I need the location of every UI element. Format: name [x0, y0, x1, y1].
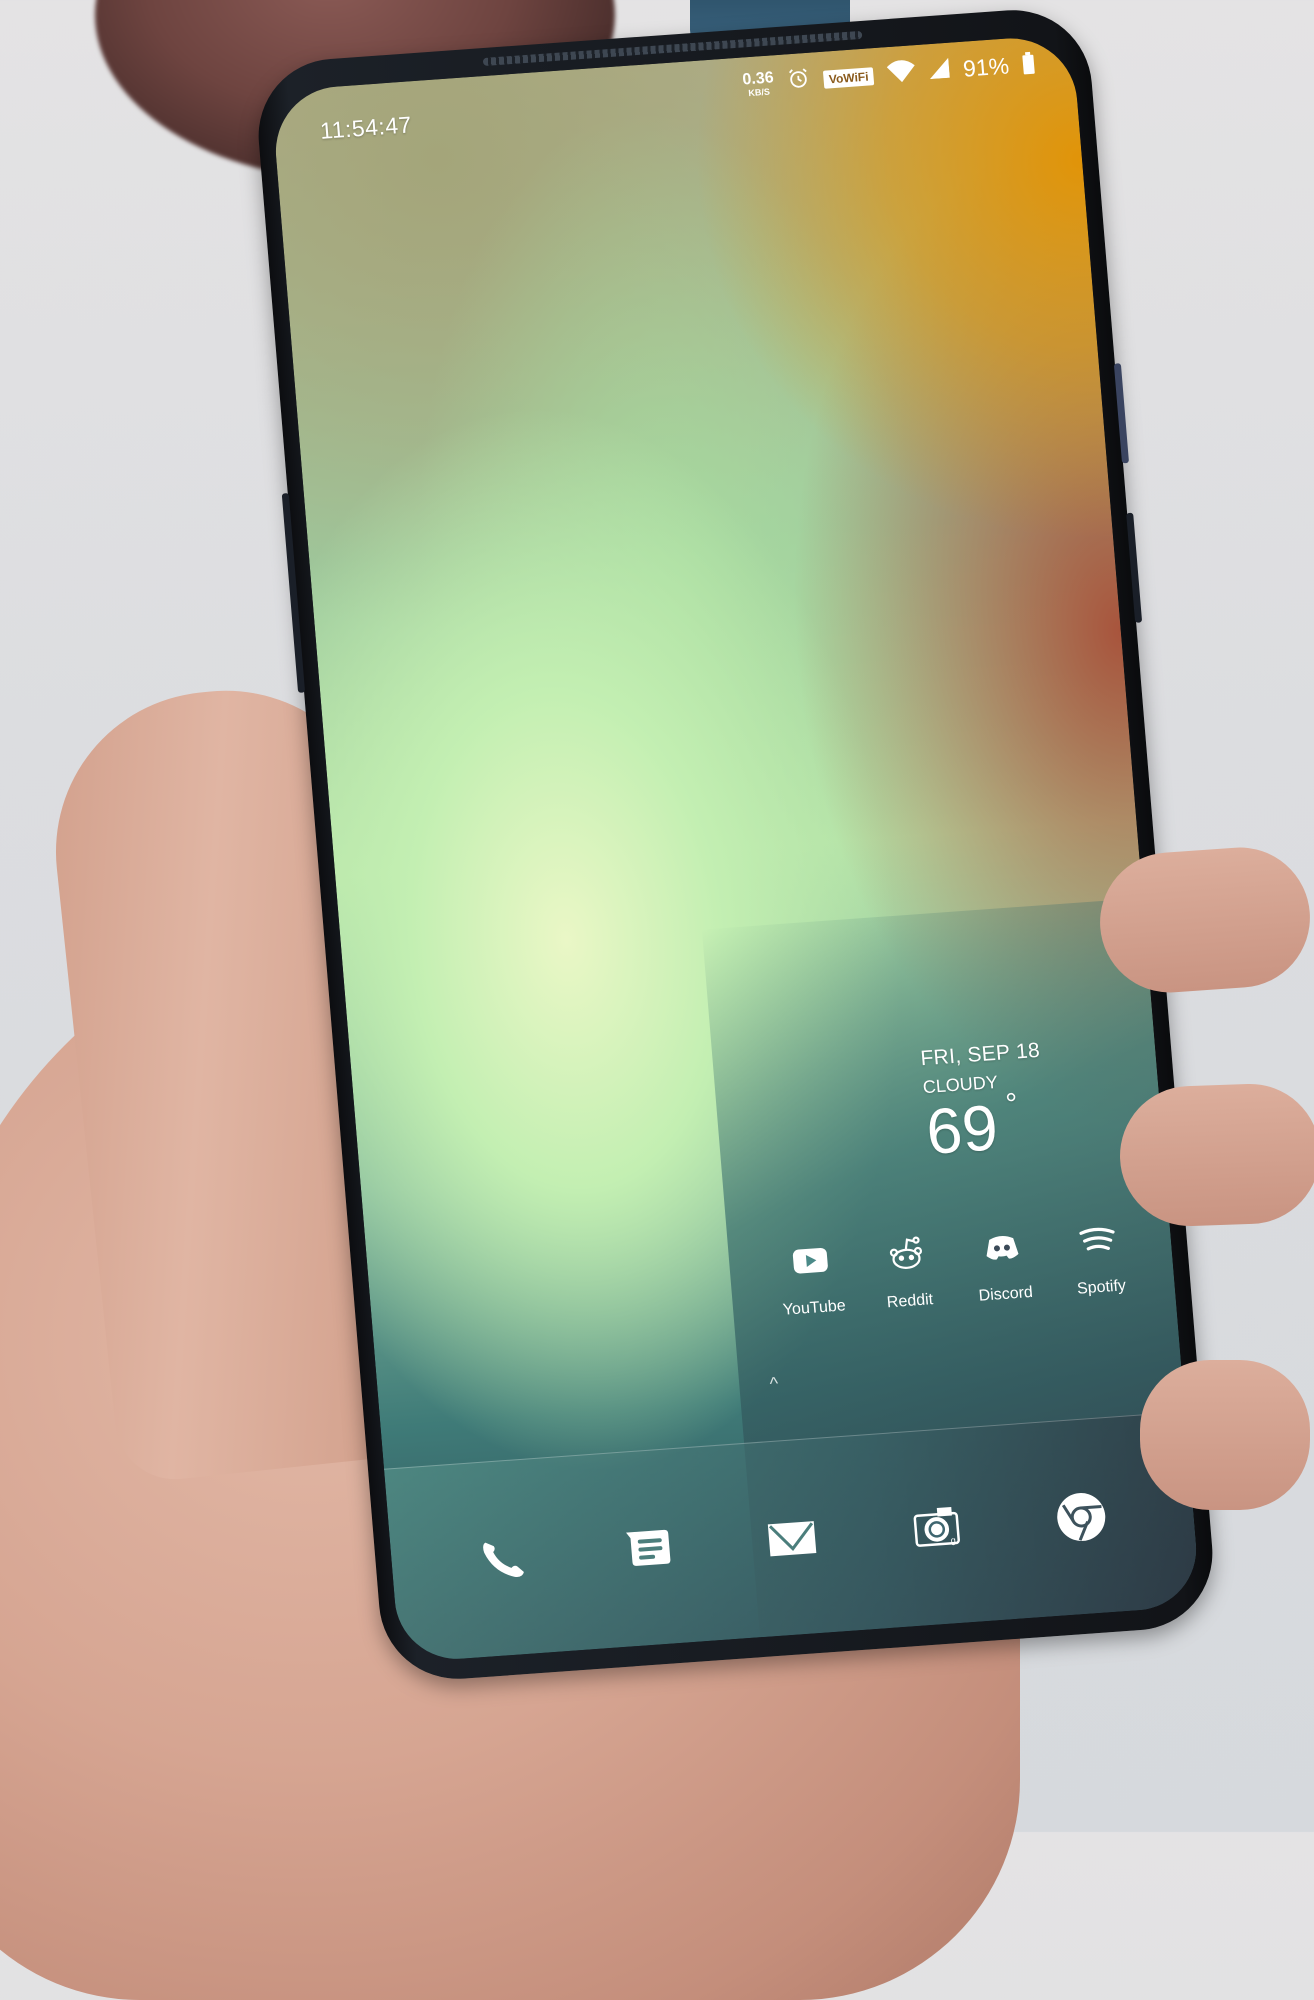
hand-finger	[1140, 1360, 1310, 1510]
app-spotify[interactable]: Spotify	[1063, 1218, 1135, 1299]
wifi-icon	[886, 59, 916, 88]
dock-phone[interactable]	[475, 1530, 533, 1588]
degree-symbol: °	[1004, 1087, 1020, 1122]
youtube-icon	[789, 1239, 833, 1287]
smartphone: 11:54:47 0.36 KB/S VoWiFi 91% FRI, SEP 1…	[252, 4, 1219, 1685]
app-label: Discord	[978, 1283, 1034, 1305]
network-speed-value: 0.36	[741, 68, 775, 89]
phone-icon	[478, 1542, 533, 1591]
camera-icon: g	[911, 1507, 966, 1560]
dock-email[interactable]	[763, 1509, 821, 1567]
app-label: Spotify	[1076, 1277, 1127, 1298]
dock-chrome[interactable]	[1052, 1488, 1110, 1546]
status-clock: 11:54:47	[319, 111, 413, 144]
chrome-icon	[1055, 1493, 1110, 1550]
weather-date: FRI, SEP 18	[919, 1038, 1041, 1071]
email-icon	[767, 1521, 822, 1571]
weather-widget[interactable]: FRI, SEP 18 CLOUDY 69 °	[919, 1038, 1049, 1168]
home-screen: 11:54:47 0.36 KB/S VoWiFi 91% FRI, SEP 1…	[270, 33, 1201, 1664]
app-label: Reddit	[886, 1291, 934, 1312]
hand-finger	[1095, 842, 1314, 998]
discord-icon	[980, 1226, 1024, 1274]
app-label: YouTube	[782, 1297, 847, 1319]
reddit-icon	[885, 1232, 929, 1280]
alarm-clock-icon	[787, 67, 811, 95]
status-icons[interactable]: 0.36 KB/S VoWiFi 91%	[742, 51, 1035, 99]
battery-icon	[1022, 54, 1035, 75]
network-speed: 0.36 KB/S	[741, 68, 775, 98]
app-discord[interactable]: Discord	[967, 1225, 1039, 1306]
battery-percentage: 91%	[962, 52, 1011, 82]
app-drawer-handle[interactable]: ^	[769, 1373, 779, 1395]
cell-signal-icon	[928, 57, 950, 84]
temperature-value: 69	[923, 1091, 1001, 1168]
app-reddit[interactable]: Reddit	[872, 1232, 944, 1313]
network-speed-unit: KB/S	[747, 86, 771, 98]
home-app-row: YouTube Reddit Discord Spotify	[776, 1218, 1135, 1320]
weather-temperature: 69 °	[924, 1088, 1019, 1168]
hand-finger	[1117, 1081, 1314, 1229]
messages-icon	[622, 1529, 677, 1581]
svg-text:g: g	[950, 1535, 956, 1545]
app-youtube[interactable]: YouTube	[776, 1238, 848, 1319]
vowifi-badge: VoWiFi	[823, 66, 875, 89]
dock-messages[interactable]	[619, 1519, 677, 1577]
dock-camera[interactable]: g	[908, 1499, 966, 1557]
spotify-icon	[1076, 1219, 1120, 1267]
